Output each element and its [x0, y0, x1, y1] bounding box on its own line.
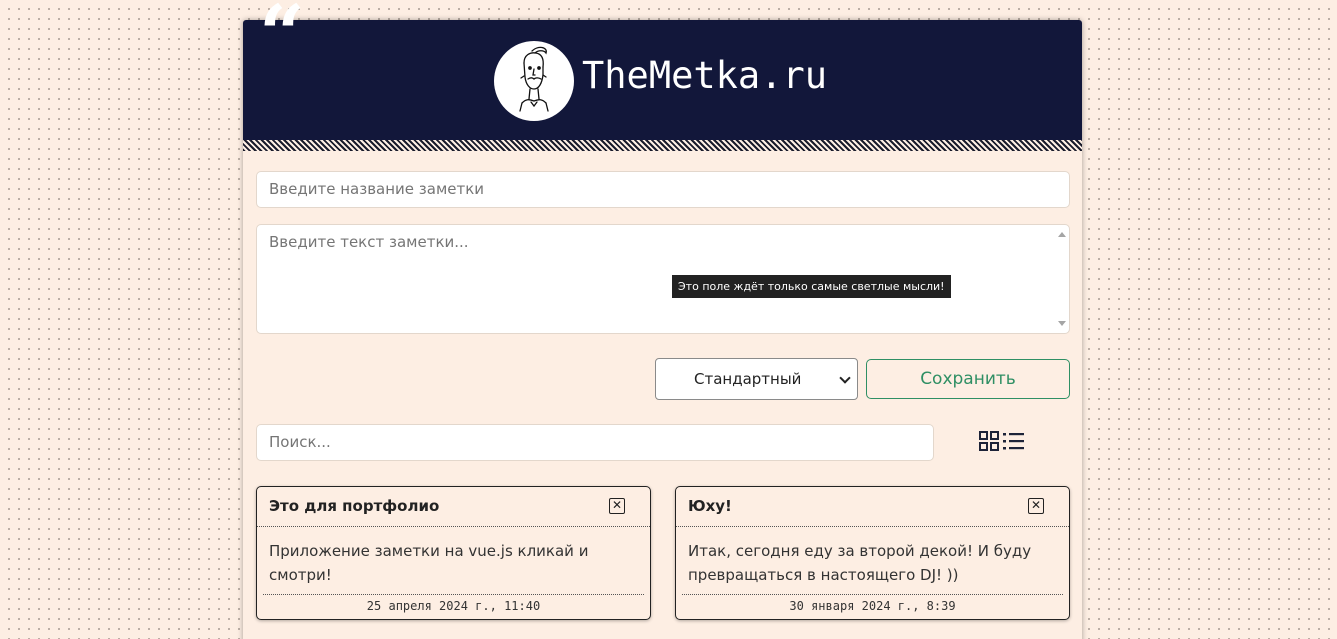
note-card: Юху! ✕ Итак, сегодня еду за второй декой… [675, 486, 1070, 620]
header-stripe-divider [243, 140, 1082, 151]
grid-view-icon[interactable] [979, 431, 999, 451]
list-view-icon[interactable] [1003, 431, 1025, 451]
priority-select-value: Стандартный [694, 370, 802, 388]
chevron-down-icon [839, 372, 851, 384]
scroll-down-arrow-icon[interactable] [1058, 321, 1066, 326]
close-icon[interactable]: ✕ [1028, 498, 1044, 514]
note-date: 25 апреля 2024 г., 11:40 [263, 594, 644, 617]
logo-avatar [494, 41, 574, 121]
quote-mark-icon: “ [259, 0, 306, 81]
save-button[interactable]: Сохранить [866, 359, 1070, 399]
note-text: Итак, сегодня еду за второй декой! И буд… [688, 542, 1032, 584]
note-date: 30 января 2024 г., 8:39 [682, 594, 1063, 617]
close-icon[interactable]: ✕ [609, 498, 625, 514]
note-card-header: Это для портфолио ✕ [257, 487, 650, 527]
scroll-up-arrow-icon[interactable] [1058, 232, 1066, 237]
site-header: TheMetka.ru [243, 20, 1082, 140]
textarea-tooltip: Это поле ждёт только самые светлые мысли… [671, 274, 952, 299]
site-title: TheMetka.ru [582, 54, 828, 97]
bearded-man-icon [519, 46, 549, 112]
note-title-input[interactable]: Введите название заметки [256, 171, 1070, 208]
note-title: Это для портфолио [269, 497, 440, 515]
note-title: Юху! [688, 497, 732, 515]
priority-select[interactable]: Стандартный [655, 358, 858, 400]
notes-app: TheMetka.ru Введите название заметки Вве… [243, 20, 1082, 639]
note-text: Приложение заметки на vue.js кликай и см… [269, 542, 589, 584]
search-input[interactable]: Поиск... [256, 424, 934, 461]
note-text-placeholder: Введите текст заметки... [269, 233, 469, 251]
note-card: Это для портфолио ✕ Приложение заметки н… [256, 486, 651, 620]
note-card-header: Юху! ✕ [676, 487, 1069, 527]
